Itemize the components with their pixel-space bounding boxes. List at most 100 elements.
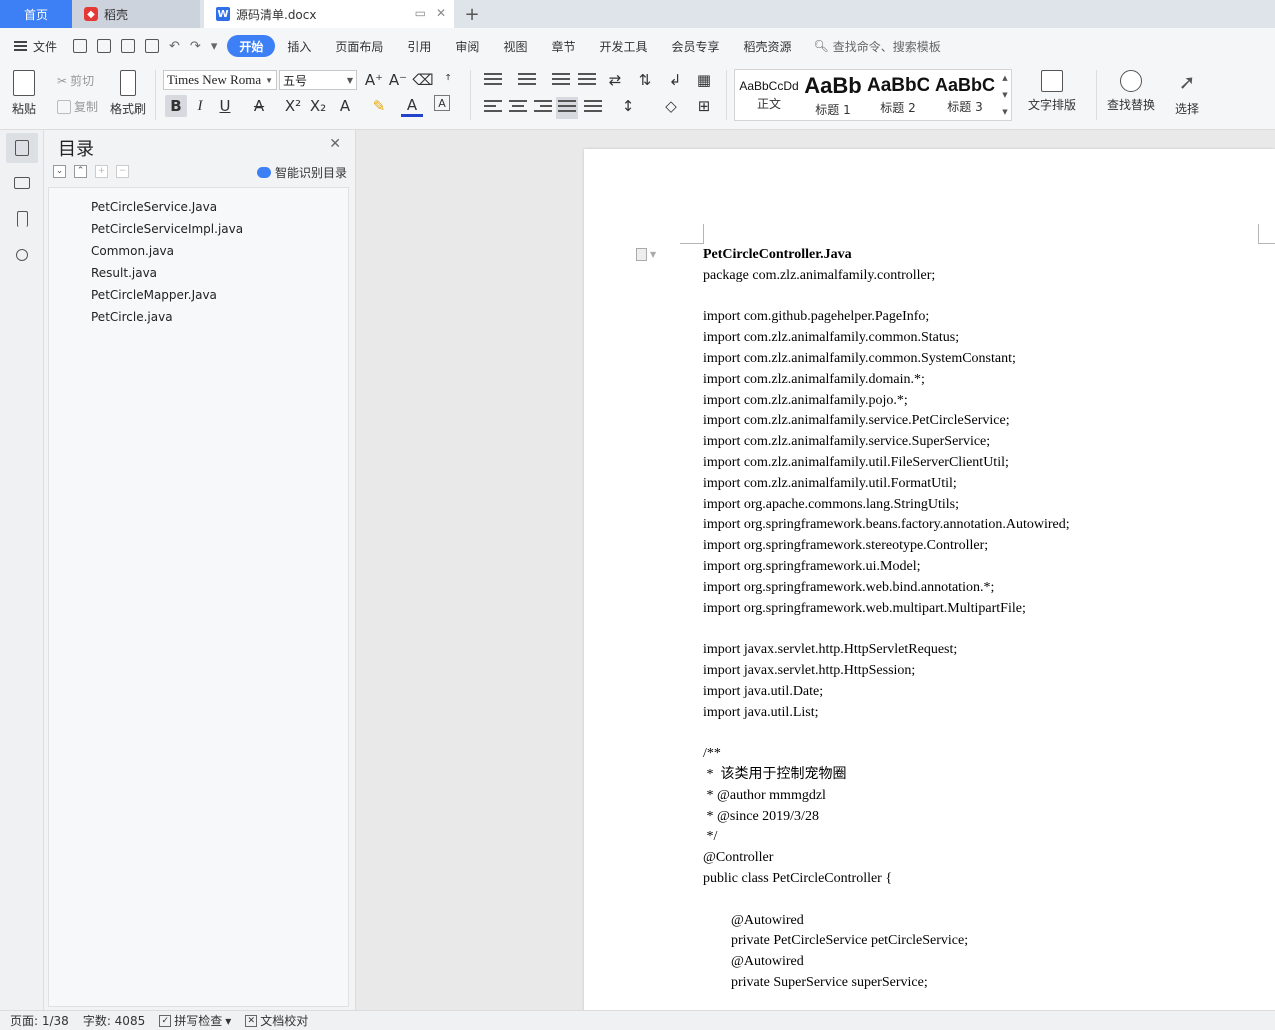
collapse-all-icon[interactable]: ⌃ (74, 165, 87, 178)
tab-home[interactable]: 首页 (0, 0, 72, 28)
file-menu[interactable]: 文件 (14, 38, 57, 55)
highlight-icon[interactable]: ✎ (368, 95, 390, 117)
align-center-icon[interactable] (509, 100, 527, 116)
align-left-icon[interactable] (484, 100, 502, 116)
proofread-button[interactable]: ✕ 文档校对 (245, 1012, 308, 1029)
document-body[interactable]: PetCircleController.Java package com.zlz… (703, 245, 1070, 994)
text-direction-icon[interactable]: ⇄ (604, 69, 626, 91)
tab-member[interactable]: 会员专享 (659, 35, 731, 57)
chevron-up-icon[interactable]: ▲ (1002, 74, 1007, 82)
expand-all-icon[interactable]: ⌄ (53, 165, 66, 178)
styles-scroll[interactable]: ▲ ▼ ▼ (1000, 70, 1010, 120)
close-icon[interactable]: ✕ (329, 136, 341, 152)
text-effect-icon[interactable]: A (334, 95, 356, 117)
paste-button[interactable]: 粘贴 (12, 70, 36, 117)
format-painter-button[interactable]: 格式刷 (110, 70, 146, 117)
tab-home-ribbon[interactable]: 开始 (227, 35, 276, 57)
show-marks-icon[interactable]: ↲ (664, 69, 686, 91)
search-panel-button[interactable] (6, 240, 38, 270)
underline-icon[interactable]: U (214, 95, 236, 117)
clear-format-icon[interactable]: ⌫ (412, 69, 434, 91)
toc-item[interactable]: Result.java (91, 266, 157, 280)
more-styles-icon[interactable]: ▼ (1002, 108, 1007, 116)
smart-toc-button[interactable]: 智能识别目录 (256, 164, 347, 181)
tab-docer-resources[interactable]: 稻壳资源 (732, 35, 804, 57)
tab-document[interactable]: W 源码清单.docx ▭ ✕ (204, 0, 454, 28)
bookmark-panel-button[interactable] (6, 204, 38, 234)
strikethrough-icon[interactable]: A (248, 95, 270, 117)
borders-icon[interactable]: ⊞ (693, 95, 715, 117)
align-right-icon[interactable] (534, 100, 552, 116)
tab-pin-icon[interactable]: ▭ (415, 6, 426, 20)
style-normal[interactable]: AaBbCcDd 正文 (737, 70, 801, 120)
word-count[interactable]: 字数: 4085 (83, 1012, 145, 1029)
page-count[interactable]: 页面: 1/38 (10, 1012, 69, 1029)
char-border-icon[interactable]: A (434, 95, 450, 111)
document-canvas[interactable]: ▼ PetCircleController.Java package com.z… (356, 130, 1275, 1019)
close-tab-icon[interactable]: ✕ (436, 6, 446, 20)
redo-icon[interactable]: ↷ (190, 39, 201, 54)
subscript-icon[interactable]: X₂ (307, 95, 329, 117)
superscript-icon[interactable]: X² (282, 95, 304, 117)
command-search[interactable]: 🔍︎ 查找命令、搜索模板 (814, 38, 941, 55)
tab-view[interactable]: 视图 (491, 35, 539, 57)
tab-references[interactable]: 引用 (395, 35, 443, 57)
spellcheck-toggle[interactable]: ✓ 拼写检查 ▾ (159, 1012, 231, 1029)
document-page[interactable]: ▼ PetCircleController.Java package com.z… (584, 149, 1275, 1019)
paste-icon (13, 70, 35, 96)
toc-item[interactable]: PetCircle.java (91, 310, 173, 324)
grow-font-icon[interactable]: A⁺ (363, 69, 385, 91)
bold-icon[interactable]: B (165, 95, 187, 117)
proofread-icon: ✕ (245, 1014, 258, 1027)
file-menu-label: 文件 (33, 39, 58, 54)
undo-icon[interactable]: ↶ (169, 39, 180, 54)
copy-button[interactable]: 复制 (57, 98, 98, 115)
toc-item[interactable]: PetCircleMapper.Java (91, 288, 217, 302)
tab-section[interactable]: 章节 (539, 35, 587, 57)
font-color-icon[interactable]: A (401, 95, 423, 117)
select-button[interactable]: ➚ 选择 (1175, 70, 1199, 117)
find-replace-button[interactable]: 查找替换 (1107, 70, 1155, 113)
save-icon[interactable] (73, 39, 88, 53)
numbered-list-icon[interactable] (518, 73, 536, 89)
style-heading-1[interactable]: AaBb 标题 1 (801, 70, 865, 120)
print-preview-icon[interactable] (145, 39, 160, 53)
toc-item[interactable]: PetCircleServiceImpl.java (91, 222, 243, 236)
new-tab-button[interactable]: + (454, 0, 490, 28)
toc-item[interactable]: PetCircleService.Java (91, 200, 217, 214)
navigation-panel-button[interactable] (6, 168, 38, 198)
tab-page-layout[interactable]: 页面布局 (323, 35, 395, 57)
distribute-icon[interactable] (584, 100, 602, 116)
customize-quick-access-icon[interactable]: ▾ (211, 39, 218, 54)
font-name-select[interactable]: Times New Roma ▼ (163, 70, 277, 90)
chevron-down-icon[interactable]: ▼ (1002, 91, 1007, 99)
decrease-indent-icon[interactable] (552, 73, 570, 89)
line-spacing-icon[interactable]: ↕ (617, 95, 639, 117)
style-heading-2[interactable]: AaBbC 标题 2 (865, 70, 931, 120)
promote-icon[interactable]: + (95, 165, 108, 178)
tab-insert[interactable]: 插入 (275, 35, 323, 57)
font-size-select[interactable]: 五号 ▼ (279, 70, 357, 90)
phonetic-guide-icon[interactable]: ꜛ (437, 69, 459, 91)
shrink-font-icon[interactable]: A⁻ (387, 69, 409, 91)
paragraph-options-icon[interactable]: ▼ (636, 248, 656, 261)
tab-review[interactable]: 审阅 (443, 35, 491, 57)
tab-docer[interactable]: ◆ 稻壳 (72, 0, 200, 28)
table-tools-icon[interactable]: ▦ (693, 69, 715, 91)
sort-icon[interactable]: ⇅ (634, 69, 656, 91)
toc-item[interactable]: Common.java (91, 244, 174, 258)
style-heading-3[interactable]: AaBbC 标题 3 (931, 70, 999, 120)
increase-indent-icon[interactable] (578, 73, 596, 89)
export-pdf-icon[interactable] (97, 39, 112, 53)
print-icon[interactable] (121, 39, 136, 53)
text-layout-button[interactable]: 文字排版 (1028, 70, 1076, 113)
bullet-list-icon[interactable] (484, 73, 502, 89)
document-line: */ (703, 829, 718, 845)
cut-button[interactable]: ✂ 剪切 (57, 72, 94, 89)
toc-panel-button[interactable] (6, 133, 38, 163)
justify-icon[interactable] (556, 97, 578, 119)
shading-icon[interactable]: ◇ (660, 95, 682, 117)
italic-icon[interactable]: I (189, 95, 211, 117)
tab-developer[interactable]: 开发工具 (587, 35, 659, 57)
demote-icon[interactable]: − (116, 165, 129, 178)
